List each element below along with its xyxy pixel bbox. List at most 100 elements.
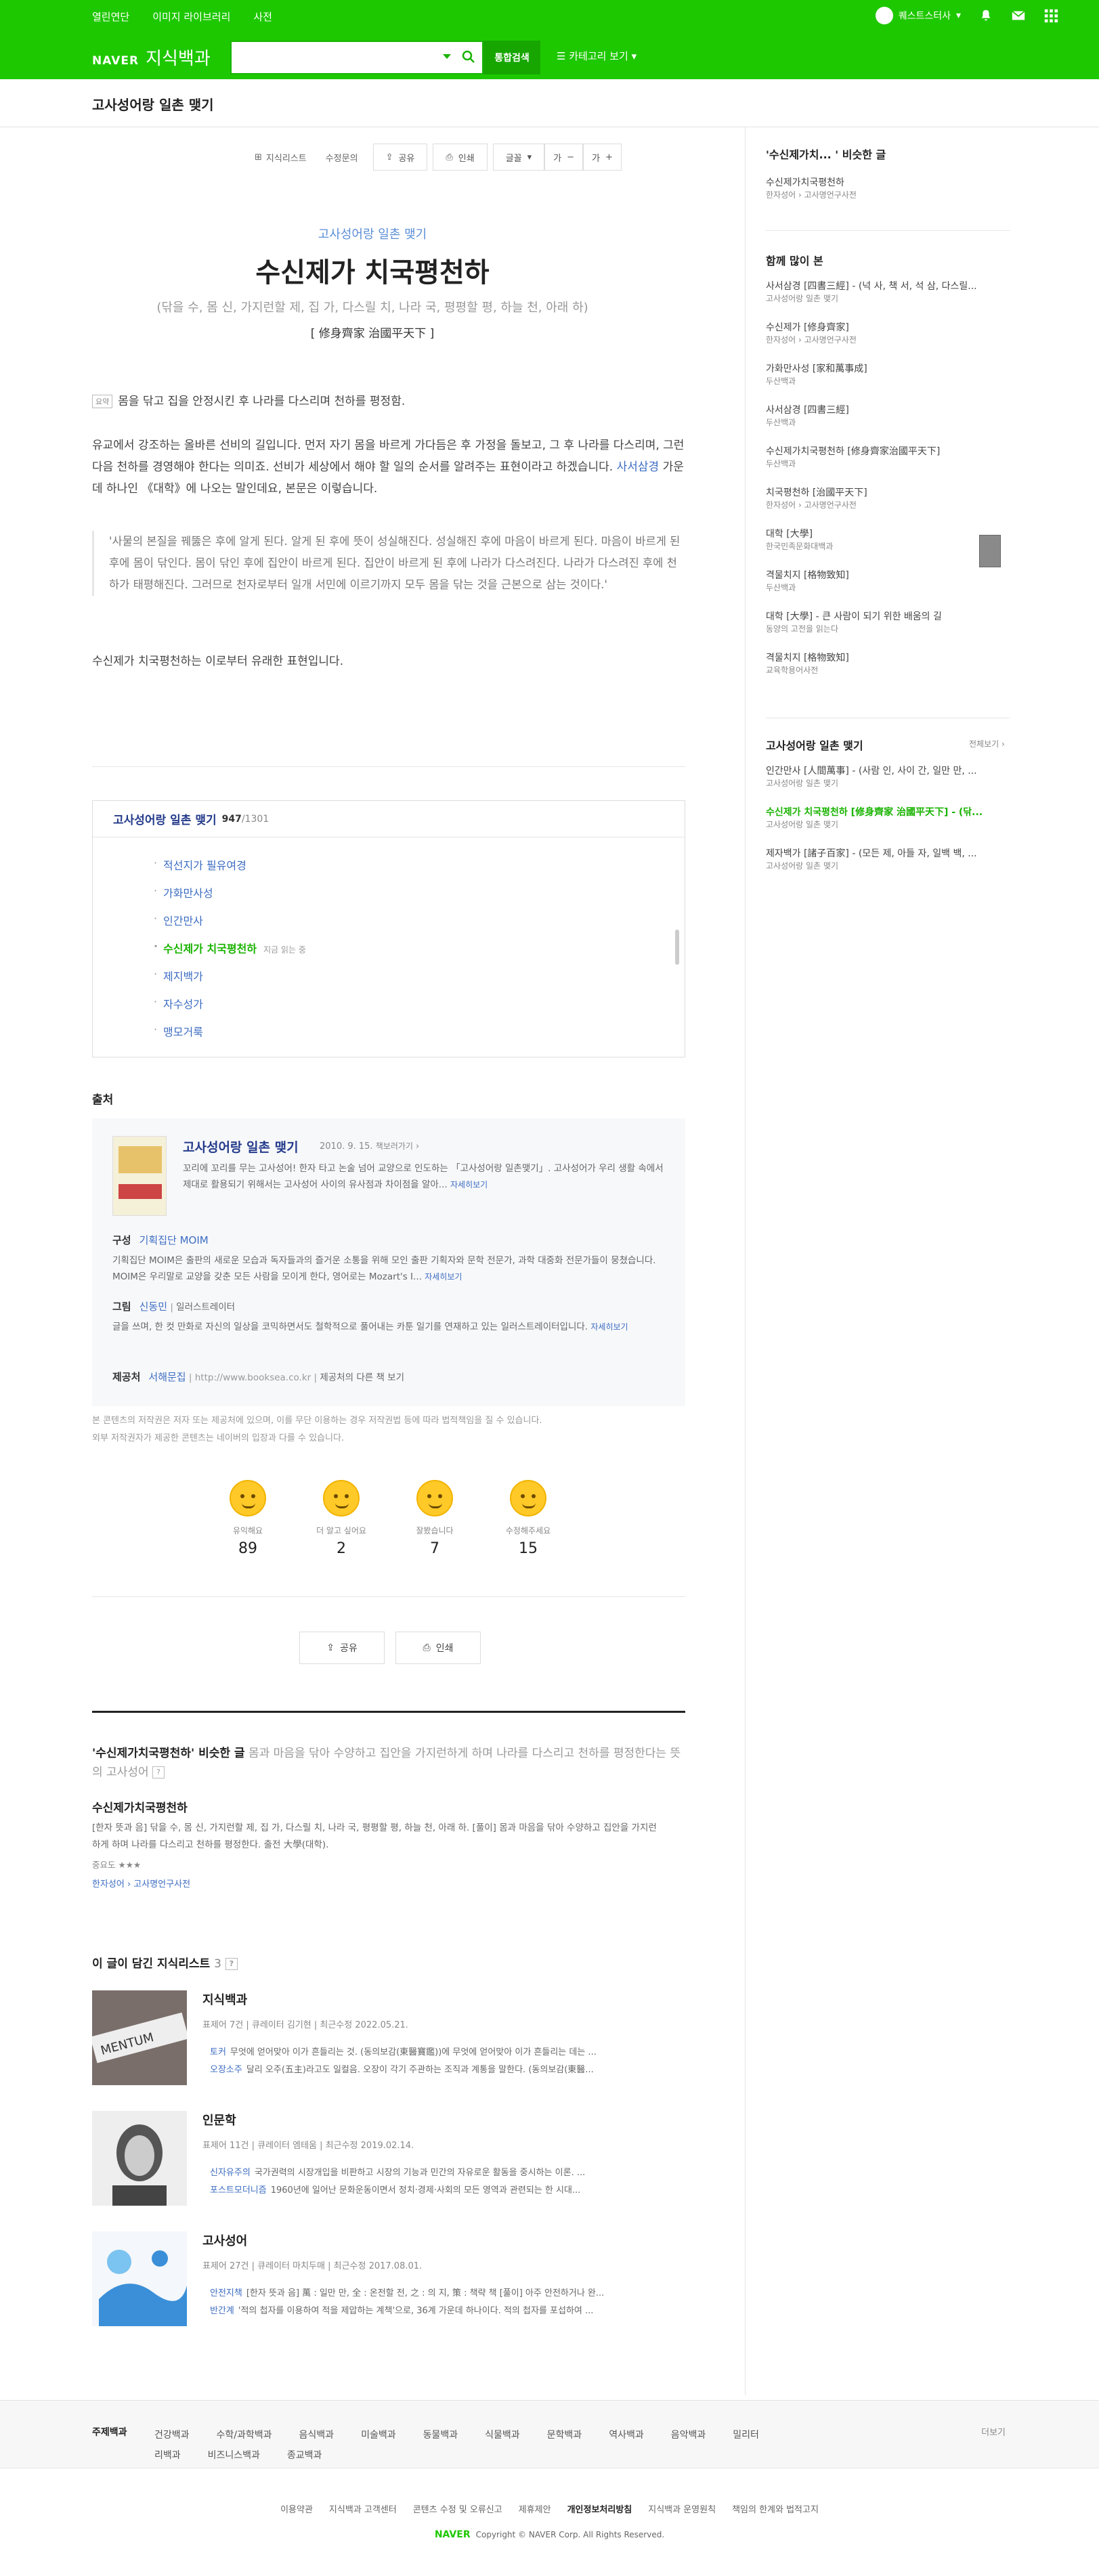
footer-category-link[interactable]: 식물백과 [485,2430,520,2441]
book-cover[interactable] [112,1136,167,1216]
knowledge-list-entry[interactable]: 반간계 '적의 첩자를 이용하여 적을 제압하는 계책'으로, 36계 가운데 하… [210,2303,670,2316]
knowledge-list-entry[interactable]: 안전지책 [한자 뜻과 음] 萬 : 일만 만, 全 : 온전할 전, 之 : 의… [210,2286,670,2298]
print-button[interactable]: ⎙ 인쇄 [433,144,488,171]
link-saseo-samgyeong[interactable]: 사서삼경 [617,460,660,474]
footer-link[interactable]: 제휴제안 [519,2505,551,2515]
sidebar-popular-item[interactable]: 격물치지 [格物致知] 교육학용어사전 [766,651,1010,676]
footer-category-link[interactable]: 역사백과 [609,2430,644,2441]
reaction-useful[interactable]: 유익해요 89 [214,1480,282,1557]
book-more-link[interactable]: 책보러가기 [376,1141,413,1151]
knowledge-list-thumbnail[interactable]: MENTUM [92,1990,187,2085]
sidebar-toc-item[interactable]: 수신제가 치국평천하 [修身齊家 治國平天下] - (닦... 고사성어랑 일촌 … [766,805,1010,830]
sidebar-popular-item[interactable]: 치국평천하 [治國平天下] 한자성어 › 고사명언구사전 [766,485,1010,510]
font-select[interactable]: 글꼴 ▾ [492,144,545,171]
sidebar-popular-item[interactable]: 가화만사성 [家和萬事成] 두산백과 [766,362,1010,387]
knowledge-list-entry[interactable]: 토커 무엇에 얻어맞아 이가 흔들리는 것. (동의보감(東醫寶鑑))에 무엇에 … [210,2045,670,2057]
illust-link[interactable]: 신동민 [139,1301,167,1313]
knowledge-list-name[interactable]: 고사성어 [202,2231,247,2249]
provider-url[interactable]: http://www.booksea.co.kr [195,1372,311,1383]
scrollbar-thumb[interactable] [675,930,679,965]
knowledge-list-entry[interactable]: 오장소주 달리 오주(五主)라고도 일컬음. 오장이 각기 주관하는 조직과 계통… [210,2062,670,2075]
similar-item-title[interactable]: 수신제가치국평천하 [92,1798,188,1815]
page-title[interactable]: 고사성어랑 일촌 맺기 [92,94,214,114]
footer-link[interactable]: 지식백과 운영원칙 [648,2505,716,2515]
footer-category-link[interactable]: 종교백과 [287,2450,322,2461]
font-smaller-button[interactable]: 가 − [544,144,584,171]
sidebar-popular-item[interactable]: 수신제가 [修身齊家] 한자성어 › 고사명언구사전 [766,320,1010,345]
footer-category-link[interactable]: 음악백과 [671,2430,706,2441]
sidebar-toc-item[interactable]: 제자백가 [諸子百家] - (모든 제, 아들 자, 일백 백, ... 고사성어… [766,846,1010,871]
share-button-bottom[interactable]: ⇪ 공유 [299,1632,385,1664]
reaction-fix[interactable]: 수정해주세요 15 [494,1480,562,1557]
sidebar-popular-item[interactable]: 대학 [大學] 한국민족문화대백과 [766,527,1010,552]
sidebar-popular-item[interactable]: 수신제가치국평천하 [修身齊家治國平天下] 두산백과 [766,444,1010,469]
list-item[interactable]: 제지백가 [154,967,685,995]
search-input[interactable] [232,42,435,72]
sidebar-toc-title[interactable]: 고사성어랑 일촌 맺기 [766,737,863,753]
footer-naver-logo[interactable]: NAVER [435,2529,471,2540]
knowledge-list-entry[interactable]: 포스트모더니즘1960년에 일어난 문화운동이면서 정치·경제·사회의 모든 영… [210,2183,670,2196]
knowledge-list-thumbnail[interactable] [92,2111,187,2206]
knowledge-list-thumbnail[interactable] [92,2231,187,2326]
share-button[interactable]: ⇪ 공유 [372,144,428,171]
book-title[interactable]: 고사성어랑 일촌 맺기 [183,1137,299,1156]
sidebar-toc-item[interactable]: 인간만사 [人間萬事] - (사람 인, 사이 간, 일만 만, ... 고사성어… [766,764,1010,789]
total-search-button[interactable]: 통합검색 [483,41,540,74]
category-view-button[interactable]: ☰ 카테고리 보기 ▾ [557,49,637,63]
font-larger-button[interactable]: 가 + [583,144,622,171]
footer-category-link[interactable]: 음식백과 [299,2430,335,2441]
top-link-lecture[interactable]: 열린연단 [92,9,129,24]
footer-link[interactable]: 개인정보처리방침 [567,2505,632,2515]
composition-detail-link[interactable]: 자세히보기 [425,1272,462,1282]
reaction-want-more[interactable]: 더 알고 싶어요 2 [307,1480,375,1557]
search-icon[interactable] [460,49,477,65]
user-menu[interactable]: 퀘스트스터사 ▾ [875,7,961,24]
footer-category-link[interactable]: 문학백과 [547,2430,582,2441]
footer-link[interactable]: 콘텐츠 수정 및 오류신고 [413,2505,502,2515]
top-link-image-library[interactable]: 이미지 라이브러리 [152,9,230,24]
footer-link[interactable]: 책임의 한계와 법적고지 [732,2505,819,2515]
knowledge-list-name[interactable]: 인문학 [202,2111,236,2129]
knowledge-list-entry[interactable]: 신자유주의국가권력의 시장개입을 비판하고 시장의 기능과 민간의 자유로운 활… [210,2165,670,2178]
footer-category-link[interactable]: 수학/과학백과 [217,2430,272,2441]
search-options-caret[interactable] [443,54,451,59]
footer-category-link[interactable]: 동물백과 [423,2430,458,2441]
sidebar-popular-item[interactable]: 사서삼경 [四書三經] - (넉 사, 책 서, 석 삼, 다스릴... 고사성어… [766,279,1010,304]
knowledge-list-name[interactable]: 지식백과 [202,1990,247,2008]
series-toc-title[interactable]: 고사성어랑 일촌 맺기 [113,810,217,827]
top-link-dictionary[interactable]: 사전 [253,9,272,24]
help-icon[interactable]: ? [152,1766,165,1778]
footer-category-link[interactable]: 건강백과 [154,2430,190,2441]
sidebar-popular-item[interactable]: 격물치지 [格物致知] 두산백과 [766,568,1010,593]
list-item[interactable]: 인간만사 [154,912,685,940]
logo[interactable]: NAVER 지식백과 [92,45,211,70]
popular-thumbnail[interactable] [979,535,1001,567]
list-item[interactable]: 맹모거룩 [154,1023,685,1051]
sidebar-popular-item[interactable]: 사서삼경 [四書三經] 두산백과 [766,403,1010,428]
provider-more-link[interactable]: 제공처의 다른 책 보기 [320,1372,404,1383]
knowledge-list-button[interactable]: ⊞ 지식리스트 [245,151,316,164]
list-item[interactable]: 자수성가 [154,995,685,1023]
footer-category-link[interactable]: 미술백과 [361,2430,396,2441]
list-item[interactable]: 적선지가 필유여경 [154,856,685,884]
print-button-bottom[interactable]: ⎙ 인쇄 [395,1632,481,1664]
list-item[interactable]: 가화만사성 [154,884,685,912]
reaction-good[interactable]: 잘봤습니다 7 [401,1480,469,1557]
provider-link[interactable]: 서해문집 [148,1371,186,1383]
apps-grid-icon[interactable] [1043,8,1058,23]
list-item-current[interactable]: 수신제가 치국평천하 지금 읽는 중 [154,940,685,967]
similar-item-source[interactable]: 한자성어 › 고사명언구사전 [92,1877,190,1890]
article-category[interactable]: 고사성어랑 일촌 맺기 [0,225,745,242]
help-icon[interactable]: ? [225,1958,238,1970]
composition-link[interactable]: 기획집단 MOIM [139,1234,209,1246]
footer-link[interactable]: 이용약관 [280,2505,313,2515]
footer-more-link[interactable]: 더보기 [981,2425,1006,2438]
bell-icon[interactable] [978,8,993,23]
book-detail-link[interactable]: 자세히보기 [450,1180,488,1189]
sidebar-popular-item[interactable]: 대학 [大學] - 큰 사람이 되기 위한 배움의 길 동양의 고전을 읽는다 [766,609,1010,634]
edit-request-button[interactable]: 수정문의 [316,151,368,164]
sidebar-toc-more[interactable]: 전체보기 › [969,738,1005,749]
mail-icon[interactable] [1011,8,1026,23]
footer-category-link[interactable]: 비즈니스백과 [208,2450,260,2461]
illust-detail-link[interactable]: 자세히보기 [590,1322,628,1332]
